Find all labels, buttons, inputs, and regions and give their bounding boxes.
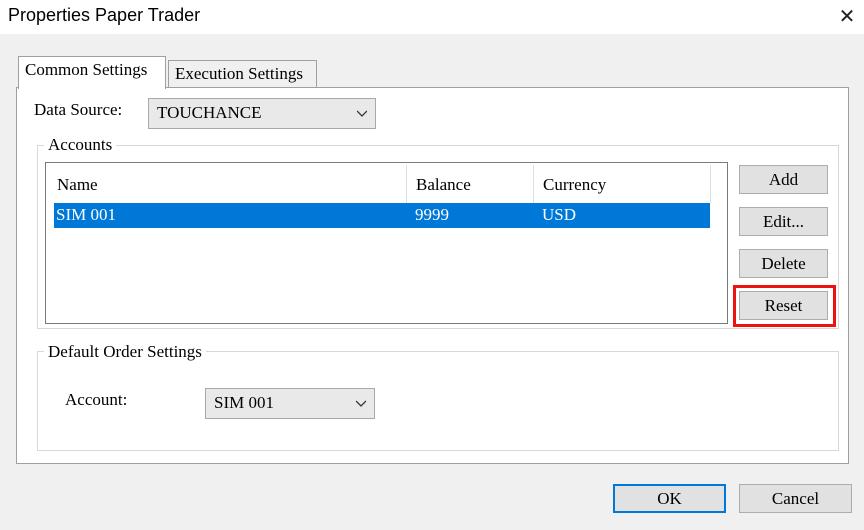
data-source-value: TOUCHANCE <box>157 103 262 122</box>
column-header-currency[interactable]: Currency <box>543 173 606 197</box>
column-header-name[interactable]: Name <box>57 173 98 197</box>
column-separator <box>710 165 711 203</box>
table-row[interactable]: SIM 001 9999 USD <box>54 203 710 228</box>
data-source-label: Data Source: <box>34 100 123 119</box>
cancel-button[interactable]: Cancel <box>739 484 852 513</box>
add-button[interactable]: Add <box>739 165 828 194</box>
row-balance: 9999 <box>415 205 449 224</box>
row-name: SIM 001 <box>56 205 116 224</box>
ok-button[interactable]: OK <box>613 484 726 513</box>
column-separator <box>406 165 407 203</box>
column-header-balance[interactable]: Balance <box>416 173 471 197</box>
accounts-list[interactable]: Name Balance Currency <box>45 162 728 324</box>
edit-button[interactable]: Edit... <box>739 207 828 236</box>
default-order-group <box>37 351 839 451</box>
account-dropdown[interactable]: SIM 001 <box>205 388 375 419</box>
account-value: SIM 001 <box>214 393 274 412</box>
close-icon[interactable]: ✕ <box>834 2 860 30</box>
delete-button[interactable]: Delete <box>739 249 828 278</box>
data-source-dropdown[interactable]: TOUCHANCE <box>148 98 376 129</box>
tab-common-settings[interactable]: Common Settings <box>18 56 166 89</box>
column-separator <box>533 165 534 203</box>
row-currency: USD <box>542 205 577 224</box>
chevron-down-icon <box>356 400 366 407</box>
account-label: Account: <box>65 390 128 409</box>
tab-execution-settings[interactable]: Execution Settings <box>168 60 317 88</box>
window-title: Properties Paper Trader <box>8 5 201 25</box>
default-order-group-title: Default Order Settings <box>44 343 206 361</box>
accounts-group-title: Accounts <box>44 136 117 154</box>
title-bar: Properties Paper Trader ✕ <box>0 0 864 34</box>
chevron-down-icon <box>357 110 367 117</box>
reset-button[interactable]: Reset <box>739 291 828 320</box>
